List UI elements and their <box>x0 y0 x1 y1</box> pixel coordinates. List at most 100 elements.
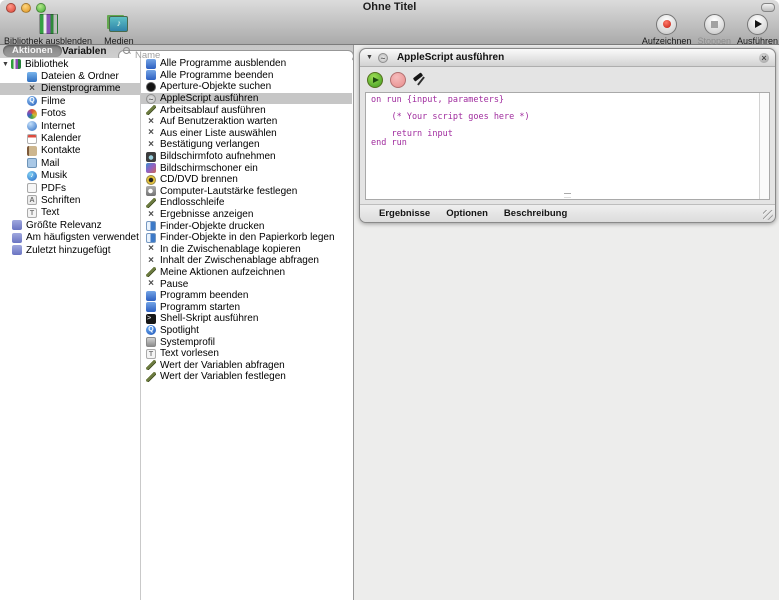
action-resize-grip[interactable] <box>763 210 773 220</box>
action-item-label: Bildschirmfoto aufnehmen <box>160 151 276 162</box>
stop-script-icon[interactable] <box>390 72 406 88</box>
automator-pen-icon <box>146 267 156 277</box>
script-scrollbar[interactable] <box>759 93 769 199</box>
sidebar-item-am-h-ufigsten-verwendet[interactable]: Am häufigsten verwendet <box>0 231 140 243</box>
tab-variablen[interactable]: Variablen <box>62 45 106 57</box>
collapse-action-icon[interactable]: ▼ <box>366 54 373 61</box>
compile-icon[interactable] <box>413 72 429 87</box>
media-button[interactable]: ♪ Medien <box>104 13 134 46</box>
action-item-applescript-ausf-hren[interactable]: ~AppleScript ausführen <box>141 93 352 105</box>
action-item-cd-dvd-brennen[interactable]: CD/DVD brennen <box>141 174 352 186</box>
action-item-meine-aktionen-aufzeichnen[interactable]: Meine Aktionen aufzeichnen <box>141 267 352 279</box>
sidebar-item-dienstprogramme[interactable]: × Dienstprogramme <box>0 83 140 95</box>
action-item-computer-lautst-rke-festlegen[interactable]: Computer-Lautstärke festlegen <box>141 186 352 198</box>
text-icon: T <box>27 208 37 218</box>
tab-aktionen[interactable]: Aktionen <box>3 45 62 57</box>
action-item-spotlight[interactable]: QSpotlight <box>141 325 352 337</box>
action-item-finder-objekte-drucken[interactable]: Finder-Objekte drucken <box>141 220 352 232</box>
sidebar-item-fotos[interactable]: Fotos <box>0 108 140 120</box>
action-item-wert-der-variablen-abfragen[interactable]: Wert der Variablen abfragen <box>141 359 352 371</box>
sidebar-item-kontakte[interactable]: Kontakte <box>0 145 140 157</box>
title-toolbar: Ohne Titel Bibliothek ausblenden ♪ Medie… <box>0 0 779 45</box>
action-item-ergebnisse-anzeigen[interactable]: ×Ergebnisse anzeigen <box>141 209 352 221</box>
action-item-programm-starten[interactable]: Programm starten <box>141 301 352 313</box>
action-item-systemprofil[interactable]: Systemprofil <box>141 336 352 348</box>
sidebar-item-mail[interactable]: Mail <box>0 157 140 169</box>
app-icon <box>146 59 156 69</box>
sidebar-item-label: Kontakte <box>41 145 80 156</box>
automator-window: Ohne Titel Bibliothek ausblenden ♪ Medie… <box>0 0 779 600</box>
action-item-finder-objekte-in-den-papierkorb-legen[interactable]: Finder-Objekte in den Papierkorb legen <box>141 232 352 244</box>
sidebar-item-bibliothek[interactable]: ▼Bibliothek <box>0 58 140 70</box>
sidebar-item-pdfs[interactable]: PDFs <box>0 182 140 194</box>
hide-library-button[interactable]: Bibliothek ausblenden <box>4 13 92 46</box>
sidebar-item-label: Text <box>41 207 59 218</box>
action-item-wert-der-variablen-festlegen[interactable]: Wert der Variablen festlegen <box>141 371 352 383</box>
editor-tab-ergebnisse[interactable]: Ergebnisse <box>379 208 430 219</box>
action-block-footer: Ergebnisse Optionen Beschreibung <box>360 204 775 222</box>
script-resize-handle[interactable] <box>564 193 571 198</box>
action-item-label: Text vorlesen <box>160 348 219 359</box>
action-item-label: Endlosschleife <box>160 197 224 208</box>
action-item-label: Arbeitsablauf ausführen <box>160 105 266 116</box>
disclosure-triangle-icon[interactable]: ▼ <box>2 61 11 68</box>
sidebar-item-label: Kalender <box>41 133 81 144</box>
library-sidebar: ▼BibliothekDateien & Ordner × Dienstprogra… <box>0 58 141 600</box>
smart-folder-icon <box>12 220 22 230</box>
sidebar-item-gr-te-relevanz[interactable]: Größte Relevanz <box>0 219 140 231</box>
action-item-label: Pause <box>160 279 188 290</box>
sidebar-item-text[interactable]: T Text <box>0 207 140 219</box>
action-item-pause[interactable]: ×Pause <box>141 278 352 290</box>
sidebar-item-label: Dienstprogramme <box>41 83 120 94</box>
action-item-shell-skript-ausf-hren[interactable]: >Shell-Skript ausführen <box>141 313 352 325</box>
action-item-aperture-objekte-suchen[interactable]: Aperture-Objekte suchen <box>141 81 352 93</box>
toolbar-toggle-pill[interactable] <box>761 3 775 12</box>
applescript-icon: ~ <box>378 53 388 63</box>
action-item-alle-programme-ausblenden[interactable]: Alle Programme ausblenden <box>141 58 352 70</box>
remove-action-icon[interactable]: × <box>759 53 769 63</box>
x-icon: × <box>146 256 156 266</box>
action-item-bildschirmschoner-ein[interactable]: Bildschirmschoner ein <box>141 162 352 174</box>
action-item-inhalt-der-zwischenablage-abfragen[interactable]: ×Inhalt der Zwischenablage abfragen <box>141 255 352 267</box>
action-item-text-vorlesen[interactable]: TText vorlesen <box>141 348 352 360</box>
finder-icon <box>146 233 156 243</box>
sidebar-item-filme[interactable]: QFilme <box>0 95 140 107</box>
actions-list: Alle Programme ausblendenAlle Programme … <box>141 58 352 600</box>
sidebar-item-schriften[interactable]: ASchriften <box>0 194 140 206</box>
sidebar-item-zuletzt-hinzugef-gt[interactable]: Zuletzt hinzugefügt <box>0 244 140 256</box>
editor-tab-beschreibung[interactable]: Beschreibung <box>504 208 567 219</box>
sidebar-item-musik[interactable]: ♪Musik <box>0 170 140 182</box>
record-button[interactable]: Aufzeichnen <box>642 13 692 46</box>
utilities-icon: × <box>27 84 37 94</box>
sidebar-item-kalender[interactable]: Kalender <box>0 132 140 144</box>
sysprofile-icon <box>146 337 156 347</box>
camera-icon <box>146 152 156 162</box>
editor-tab-optionen[interactable]: Optionen <box>446 208 488 219</box>
action-item-best-tigung-verlangen[interactable]: ×Bestätigung verlangen <box>141 139 352 151</box>
action-item-label: Programm starten <box>160 302 240 313</box>
action-item-auf-benutzeraktion-warten[interactable]: ×Auf Benutzeraktion warten <box>141 116 352 128</box>
action-item-alle-programme-beenden[interactable]: Alle Programme beenden <box>141 70 352 82</box>
run-script-icon[interactable] <box>367 72 383 88</box>
app-icon <box>146 70 156 80</box>
action-item-label: Meine Aktionen aufzeichnen <box>160 267 285 278</box>
action-item-label: Systemprofil <box>160 337 215 348</box>
action-item-in-die-zwischenablage-kopieren[interactable]: ×In die Zwischenablage kopieren <box>141 244 352 256</box>
script-editor[interactable]: on run {input, parameters} (* Your scrip… <box>365 92 770 200</box>
run-button[interactable]: Ausführen <box>737 13 778 46</box>
aperture-icon <box>146 82 156 92</box>
x-icon: × <box>146 210 156 220</box>
screensaver-icon <box>146 163 156 173</box>
script-editor-content[interactable]: on run {input, parameters} (* Your scrip… <box>371 96 757 148</box>
x-icon: × <box>146 128 156 138</box>
sidebar-item-label: Filme <box>41 96 65 107</box>
sidebar-item-dateien-ordner[interactable]: Dateien & Ordner <box>0 70 140 82</box>
action-item-bildschirmfoto-aufnehmen[interactable]: Bildschirmfoto aufnehmen <box>141 151 352 163</box>
action-item-programm-beenden[interactable]: Programm beenden <box>141 290 352 302</box>
mail-icon <box>27 158 37 168</box>
action-item-aus-einer-liste-ausw-hlen[interactable]: ×Aus einer Liste auswählen <box>141 128 352 140</box>
action-item-arbeitsablauf-ausf-hren[interactable]: Arbeitsablauf ausführen <box>141 104 352 116</box>
action-item-endlosschleife[interactable]: Endlosschleife <box>141 197 352 209</box>
sidebar-item-internet[interactable]: Internet <box>0 120 140 132</box>
action-block-header[interactable]: ▼ ~ AppleScript ausführen × <box>360 49 775 67</box>
